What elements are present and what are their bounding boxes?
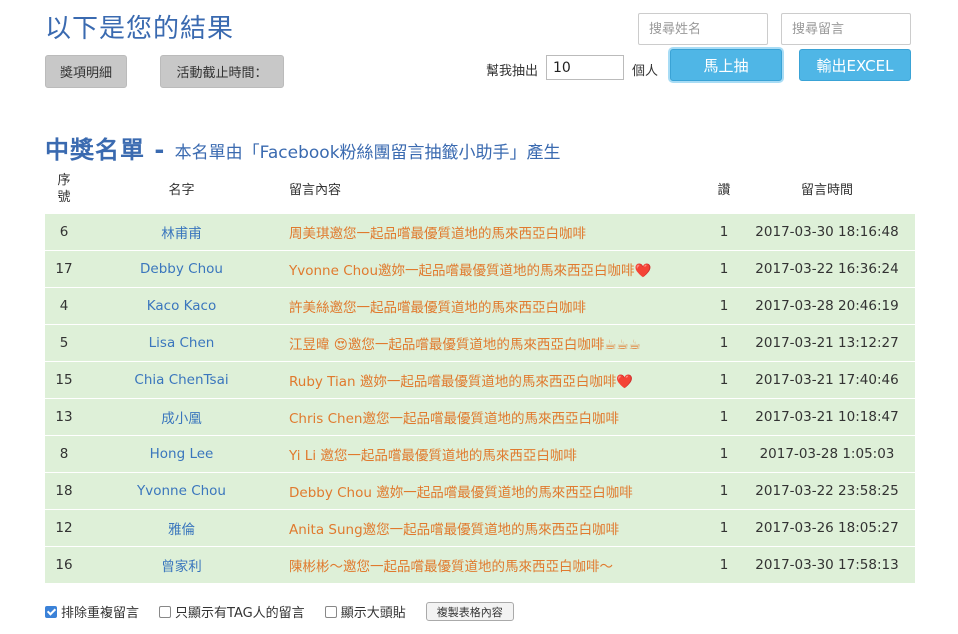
row-seq: 12 <box>45 508 83 547</box>
draw-unit-label: 個人 <box>632 64 659 79</box>
row-time: 2017-03-26 18:05:27 <box>739 508 915 547</box>
row-name-link[interactable]: Yvonne Chou <box>83 471 280 510</box>
row-time: 2017-03-21 10:18:47 <box>739 397 915 436</box>
row-time: 2017-03-30 18:16:48 <box>739 212 915 251</box>
row-likes: 1 <box>709 397 739 436</box>
row-time: 2017-03-21 17:40:46 <box>739 360 915 399</box>
only-tagged-checkbox[interactable] <box>159 605 172 618</box>
exclude-duplicates-label: 排除重複留言 <box>61 606 140 621</box>
only-tagged-option[interactable]: 只顯示有TAG人的留言 <box>159 602 305 621</box>
show-avatars-option[interactable]: 顯示大頭貼 <box>324 602 406 621</box>
column-header-comment: 留言內容 <box>289 183 342 199</box>
row-seq: 16 <box>45 545 83 584</box>
options-bar: 排除重複留言 只顯示有TAG人的留言 顯示大頭貼 複製表格內容 <box>45 602 514 621</box>
row-name-link[interactable]: Kaco Kaco <box>83 286 280 325</box>
row-time: 2017-03-28 20:46:19 <box>739 286 915 325</box>
table-row: 5 Lisa Chen 江昱暐 😍邀您一起品嚐最優質道地的馬來西亞白咖啡☕☕☕ … <box>45 323 915 362</box>
column-header-time: 留言時間 <box>800 183 853 199</box>
row-time: 2017-03-22 16:36:24 <box>739 249 915 288</box>
winners-heading: 中獎名單 - 本名單由「Facebook粉絲團留言抽籤小助手」產生 <box>45 130 561 165</box>
column-header-seq: 序號 <box>45 165 83 213</box>
row-likes: 1 <box>709 508 739 547</box>
row-comment-link[interactable]: Debby Chou 邀妳一起品嚐最優質道地的馬來西亞白咖啡 <box>280 471 709 510</box>
row-comment-link[interactable]: Yvonne Chou邀妳一起品嚐最優質道地的馬來西亞白咖啡❤️ <box>280 249 709 288</box>
only-tagged-label: 只顯示有TAG人的留言 <box>175 606 305 621</box>
row-comment-link[interactable]: Ruby Tian 邀妳一起品嚐最優質道地的馬來西亞白咖啡❤️ <box>280 360 709 399</box>
winners-heading-title: 中獎名單 - <box>45 136 175 164</box>
row-time: 2017-03-30 17:58:13 <box>739 545 915 584</box>
row-comment-link[interactable]: Yi Li 邀您一起品嚐最優質道地的馬來西亞白咖啡 <box>280 434 709 473</box>
table-row: 15 Chia ChenTsai Ruby Tian 邀妳一起品嚐最優質道地的馬… <box>45 360 915 399</box>
row-likes: 1 <box>709 286 739 325</box>
row-name-link[interactable]: 曾家利 <box>83 545 280 584</box>
exclude-duplicates-option[interactable]: 排除重複留言 <box>45 602 139 621</box>
row-likes: 1 <box>709 249 739 288</box>
row-seq: 15 <box>45 360 83 399</box>
table-row: 13 成小凰 Chris Chen邀您一起品嚐最優質道地的馬來西亞白咖啡 1 2… <box>45 397 915 436</box>
row-time: 2017-03-22 23:58:25 <box>739 471 915 510</box>
row-comment-link[interactable]: 周美琪邀您一起品嚐最優質道地的馬來西亞白咖啡 <box>280 212 709 251</box>
show-avatars-label: 顯示大頭貼 <box>340 606 406 621</box>
show-avatars-checkbox[interactable] <box>324 605 337 618</box>
row-seq: 4 <box>45 286 83 325</box>
page-title: 以下是您的結果 <box>45 14 235 44</box>
table-row: 12 雅倫 Anita Sung邀您一起品嚐最優質道地的馬來西亞白咖啡 1 20… <box>45 508 915 547</box>
column-header-name: 名字 <box>168 183 195 199</box>
deadline-button[interactable]: 活動截止時間： <box>160 55 284 88</box>
column-header-seq-text: 序號 <box>57 172 71 205</box>
winners-table: 序號 名字 留言內容 讚 留言時間 6 林甫甫 周美琪邀您一起品嚐最優質道地的馬… <box>45 165 915 584</box>
table-row: 6 林甫甫 周美琪邀您一起品嚐最優質道地的馬來西亞白咖啡 1 2017-03-3… <box>45 212 915 251</box>
row-likes: 1 <box>709 471 739 510</box>
row-name-link[interactable]: 成小凰 <box>83 397 280 436</box>
row-likes: 1 <box>709 545 739 584</box>
row-likes: 1 <box>709 434 739 473</box>
row-time: 2017-03-21 13:12:27 <box>739 323 915 362</box>
row-comment-link[interactable]: Anita Sung邀您一起品嚐最優質道地的馬來西亞白咖啡 <box>280 508 709 547</box>
export-excel-button[interactable]: 輸出EXCEL <box>799 49 911 81</box>
row-likes: 1 <box>709 212 739 251</box>
table-row: 17 Debby Chou Yvonne Chou邀妳一起品嚐最優質道地的馬來西… <box>45 249 915 288</box>
search-comment-input[interactable] <box>781 13 911 45</box>
table-row: 8 Hong Lee Yi Li 邀您一起品嚐最優質道地的馬來西亞白咖啡 1 2… <box>45 434 915 473</box>
draw-now-button[interactable]: 馬上抽 <box>670 49 782 81</box>
row-name-link[interactable]: Debby Chou <box>83 249 280 288</box>
row-likes: 1 <box>709 360 739 399</box>
row-comment-link[interactable]: 陳彬彬～邀您一起品嚐最優質道地的馬來西亞白咖啡～ <box>280 545 709 584</box>
row-comment-link[interactable]: 江昱暐 😍邀您一起品嚐最優質道地的馬來西亞白咖啡☕☕☕ <box>280 323 709 362</box>
row-time: 2017-03-28 1:05:03 <box>739 434 915 473</box>
table-row: 4 Kaco Kaco 許美絲邀您一起品嚐最優質道地的馬來西亞白咖啡 1 201… <box>45 286 915 325</box>
winners-heading-subtitle: 本名單由「Facebook粉絲團留言抽籤小助手」產生 <box>174 143 561 163</box>
table-row: 18 Yvonne Chou Debby Chou 邀妳一起品嚐最優質道地的馬來… <box>45 471 915 510</box>
row-likes: 1 <box>709 323 739 362</box>
prize-details-button[interactable]: 獎項明細 <box>45 55 127 88</box>
row-name-link[interactable]: 林甫甫 <box>83 212 280 251</box>
row-name-link[interactable]: Chia ChenTsai <box>83 360 280 399</box>
exclude-duplicates-checkbox[interactable] <box>45 605 57 618</box>
row-seq: 5 <box>45 323 83 362</box>
row-comment-link[interactable]: Chris Chen邀您一起品嚐最優質道地的馬來西亞白咖啡 <box>280 397 709 436</box>
row-name-link[interactable]: 雅倫 <box>83 508 280 547</box>
row-name-link[interactable]: Lisa Chen <box>83 323 280 362</box>
row-seq: 17 <box>45 249 83 288</box>
row-comment-link[interactable]: 許美絲邀您一起品嚐最優質道地的馬來西亞白咖啡 <box>280 286 709 325</box>
row-seq: 13 <box>45 397 83 436</box>
table-header-row: 序號 名字 留言內容 讚 留言時間 <box>45 165 915 213</box>
column-header-likes: 讚 <box>717 183 731 199</box>
table-row: 16 曾家利 陳彬彬～邀您一起品嚐最優質道地的馬來西亞白咖啡～ 1 2017-0… <box>45 545 915 584</box>
search-name-input[interactable] <box>638 13 768 45</box>
copy-table-button[interactable]: 複製表格內容 <box>425 602 514 621</box>
draw-prefix-label: 幫我抽出 <box>486 64 539 79</box>
row-seq: 6 <box>45 212 83 251</box>
row-name-link[interactable]: Hong Lee <box>83 434 280 473</box>
row-seq: 18 <box>45 471 83 510</box>
row-seq: 8 <box>45 434 83 473</box>
draw-count-input[interactable] <box>546 55 624 80</box>
